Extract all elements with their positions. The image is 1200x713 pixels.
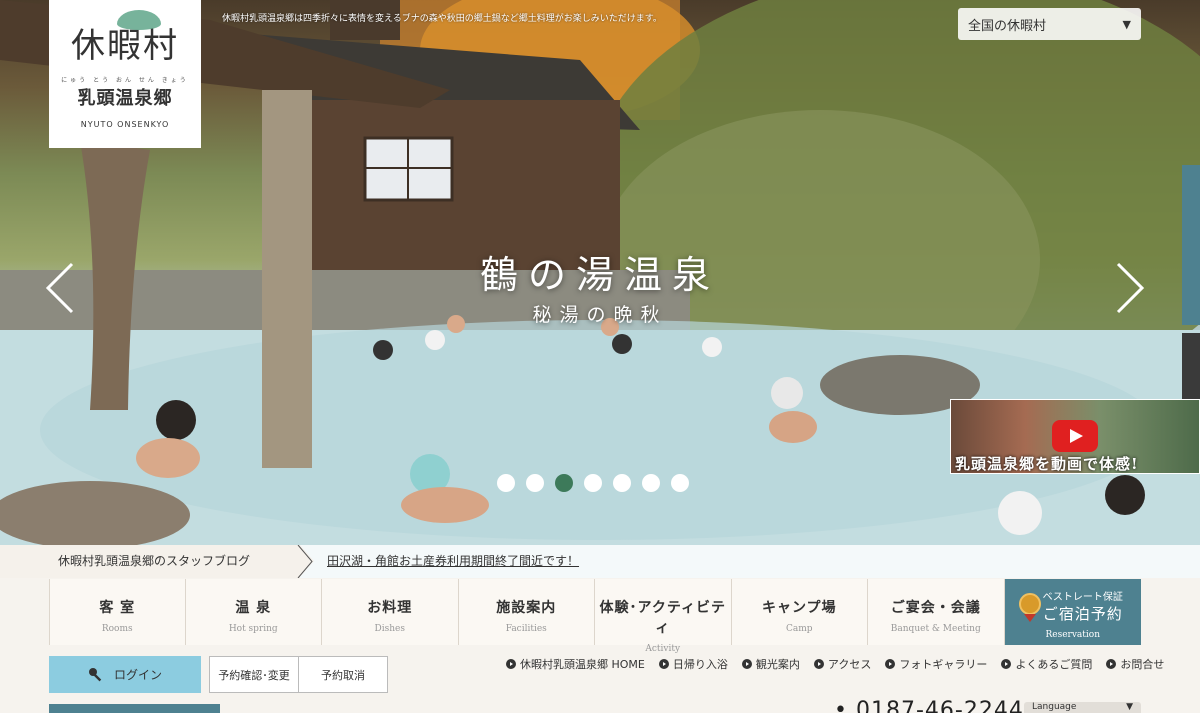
link-access[interactable]: アクセス: [813, 656, 872, 672]
bullet-arrow-icon: [885, 659, 896, 669]
nav-label-en: Banquet & Meeting: [890, 624, 981, 634]
main-nav: 客 室 Rooms 温 泉 Hot spring お料理 Dishes 施設案内…: [49, 579, 1141, 654]
nav-item-activity[interactable]: 体験･アクティビティ Activity: [595, 579, 732, 654]
reservation-cancel-button[interactable]: 予約取消: [298, 656, 388, 693]
phone-number-text: 0187-46-2244: [855, 698, 1024, 713]
reservation-label-en: Reservation: [1045, 630, 1100, 640]
phone-number: • 0187-46-2244: [834, 698, 1024, 713]
nav-item-banquet[interactable]: ご宴会・会議 Banquet & Meeting: [868, 579, 1005, 645]
link-home[interactable]: 休暇村乳頭温泉郷 HOME: [506, 656, 645, 672]
bullet-arrow-icon: [1001, 659, 1012, 669]
nav-item-hot-spring[interactable]: 温 泉 Hot spring: [185, 579, 322, 645]
slider-prev-button[interactable]: [42, 262, 78, 314]
side-tab-top[interactable]: [1182, 165, 1200, 325]
site-tagline: 休暇村乳頭温泉郷は四季折々に表情を変えるブナの森や秋田の郷土鍋など郷土料理がお楽…: [222, 14, 662, 24]
logo-leaf-icon: [117, 10, 161, 30]
caret-down-icon: ▼: [1122, 17, 1131, 31]
news-bar: 休暇村乳頭温泉郷のスタッフブログ 田沢湖・角館お土産券利用期間終了間近です！: [0, 545, 1200, 578]
bullet-arrow-icon: [741, 659, 752, 669]
youtube-play-icon: [1052, 420, 1098, 452]
link-faq[interactable]: よくあるご質問: [1001, 656, 1092, 672]
bullet-arrow-icon: [813, 659, 824, 669]
nav-label-ja: 温 泉: [235, 600, 272, 616]
caret-down-icon: ▼: [1126, 702, 1133, 712]
nav-label-ja: 体験･アクティビティ: [599, 600, 726, 636]
slider-dot[interactable]: [671, 474, 689, 492]
bullet-arrow-icon: [1106, 659, 1117, 669]
link-day-bath[interactable]: 日帰り入浴: [658, 656, 728, 672]
link-contact[interactable]: お問合せ: [1106, 656, 1164, 672]
nav-label-ja: 施設案内: [496, 600, 557, 616]
nav-label-ja: お料理: [367, 600, 413, 616]
slider-dot[interactable]: [526, 474, 544, 492]
logo-roman: NYUTO ONSENKYO: [80, 120, 170, 129]
slider-dot[interactable]: [584, 474, 602, 492]
language-select[interactable]: Language ▼: [1024, 702, 1141, 713]
nav-label-en: Camp: [785, 624, 813, 634]
link-label: フォトギャラリー: [899, 658, 988, 671]
link-label: 観光案内: [755, 658, 800, 671]
reservation-button[interactable]: ベストレート保証 ご宿泊予約 Reservation: [1004, 579, 1141, 645]
nav-label-ja: ご宴会・会議: [890, 600, 981, 616]
slider-dots: [497, 474, 689, 492]
hero-slider: 休暇村乳頭温泉郷は四季折々に表情を変えるブナの森や秋田の郷土鍋など郷土料理がお楽…: [0, 0, 1200, 578]
chevron-right-icon: [297, 545, 313, 578]
news-label: 休暇村乳頭温泉郷のスタッフブログ: [0, 545, 314, 578]
video-banner-text: 乳頭温泉郷を動画で体感!: [955, 455, 1139, 473]
logo-furigana: にゅう とう おん せん きょう: [61, 77, 189, 84]
link-label: アクセス: [827, 658, 872, 671]
nav-label-en: Activity: [645, 644, 681, 654]
phone-icon: •: [834, 698, 848, 713]
slider-dot[interactable]: [642, 474, 660, 492]
bullet-arrow-icon: [506, 659, 516, 669]
chevron-right-icon: [1116, 262, 1145, 314]
reservation-confirm-button[interactable]: 予約確認･変更: [209, 656, 299, 693]
nav-item-camp[interactable]: キャンプ場 Camp: [731, 579, 868, 645]
link-label: 休暇村乳頭温泉郷 HOME: [520, 658, 645, 671]
site-logo[interactable]: 休暇村 にゅう とう おん せん きょう 乳頭温泉郷 NYUTO ONSENKY…: [49, 0, 201, 148]
login-label: ログイン: [113, 668, 162, 682]
nav-item-rooms[interactable]: 客 室 Rooms: [49, 579, 186, 645]
nav-label-en: Dishes: [374, 624, 405, 634]
chevron-left-icon: [45, 262, 74, 314]
hero-title: 鶴の湯温泉: [479, 253, 720, 297]
link-photo-gallery[interactable]: フォトギャラリー: [885, 656, 987, 672]
link-label: よくあるご質問: [1015, 658, 1093, 671]
bottom-accent-bar: [49, 704, 220, 713]
login-button[interactable]: ログイン: [49, 656, 201, 693]
link-label: 日帰り入浴: [672, 658, 728, 671]
slider-next-button[interactable]: [1112, 262, 1148, 314]
link-sightseeing[interactable]: 観光案内: [741, 656, 800, 672]
region-select[interactable]: 全国の休暇村 ▼: [958, 8, 1141, 40]
hero-subtitle: 秘湯の晩秋: [532, 304, 668, 326]
key-icon: [88, 667, 102, 681]
nav-label-en: Rooms: [101, 624, 133, 634]
nav-label-en: Facilities: [505, 624, 547, 634]
region-select-value: 全国の休暇村: [968, 18, 1047, 34]
bullet-arrow-icon: [658, 659, 669, 669]
link-label: お問合せ: [1120, 658, 1165, 671]
video-banner[interactable]: 乳頭温泉郷を動画で体感!: [950, 399, 1200, 474]
nav-item-facilities[interactable]: 施設案内 Facilities: [458, 579, 595, 645]
nav-label-en: Hot spring: [228, 624, 278, 634]
slider-dot-active[interactable]: [555, 474, 573, 492]
utility-links: 休暇村乳頭温泉郷 HOME 日帰り入浴 観光案内 アクセス フォトギャラリー よ…: [506, 656, 1164, 672]
news-headline-link[interactable]: 田沢湖・角館お土産券利用期間終了間近です！: [327, 545, 579, 578]
slider-dot[interactable]: [497, 474, 515, 492]
logo-name: 乳頭温泉郷: [77, 88, 173, 109]
slider-dot[interactable]: [613, 474, 631, 492]
nav-label-ja: キャンプ場: [761, 600, 837, 616]
nav-label-ja: 客 室: [99, 600, 136, 616]
medal-icon: [1018, 593, 1041, 622]
page: 休暇村乳頭温泉郷は四季折々に表情を変えるブナの森や秋田の郷土鍋など郷土料理がお楽…: [0, 0, 1200, 713]
nav-item-dishes[interactable]: お料理 Dishes: [322, 579, 459, 645]
language-label: Language: [1032, 702, 1077, 712]
